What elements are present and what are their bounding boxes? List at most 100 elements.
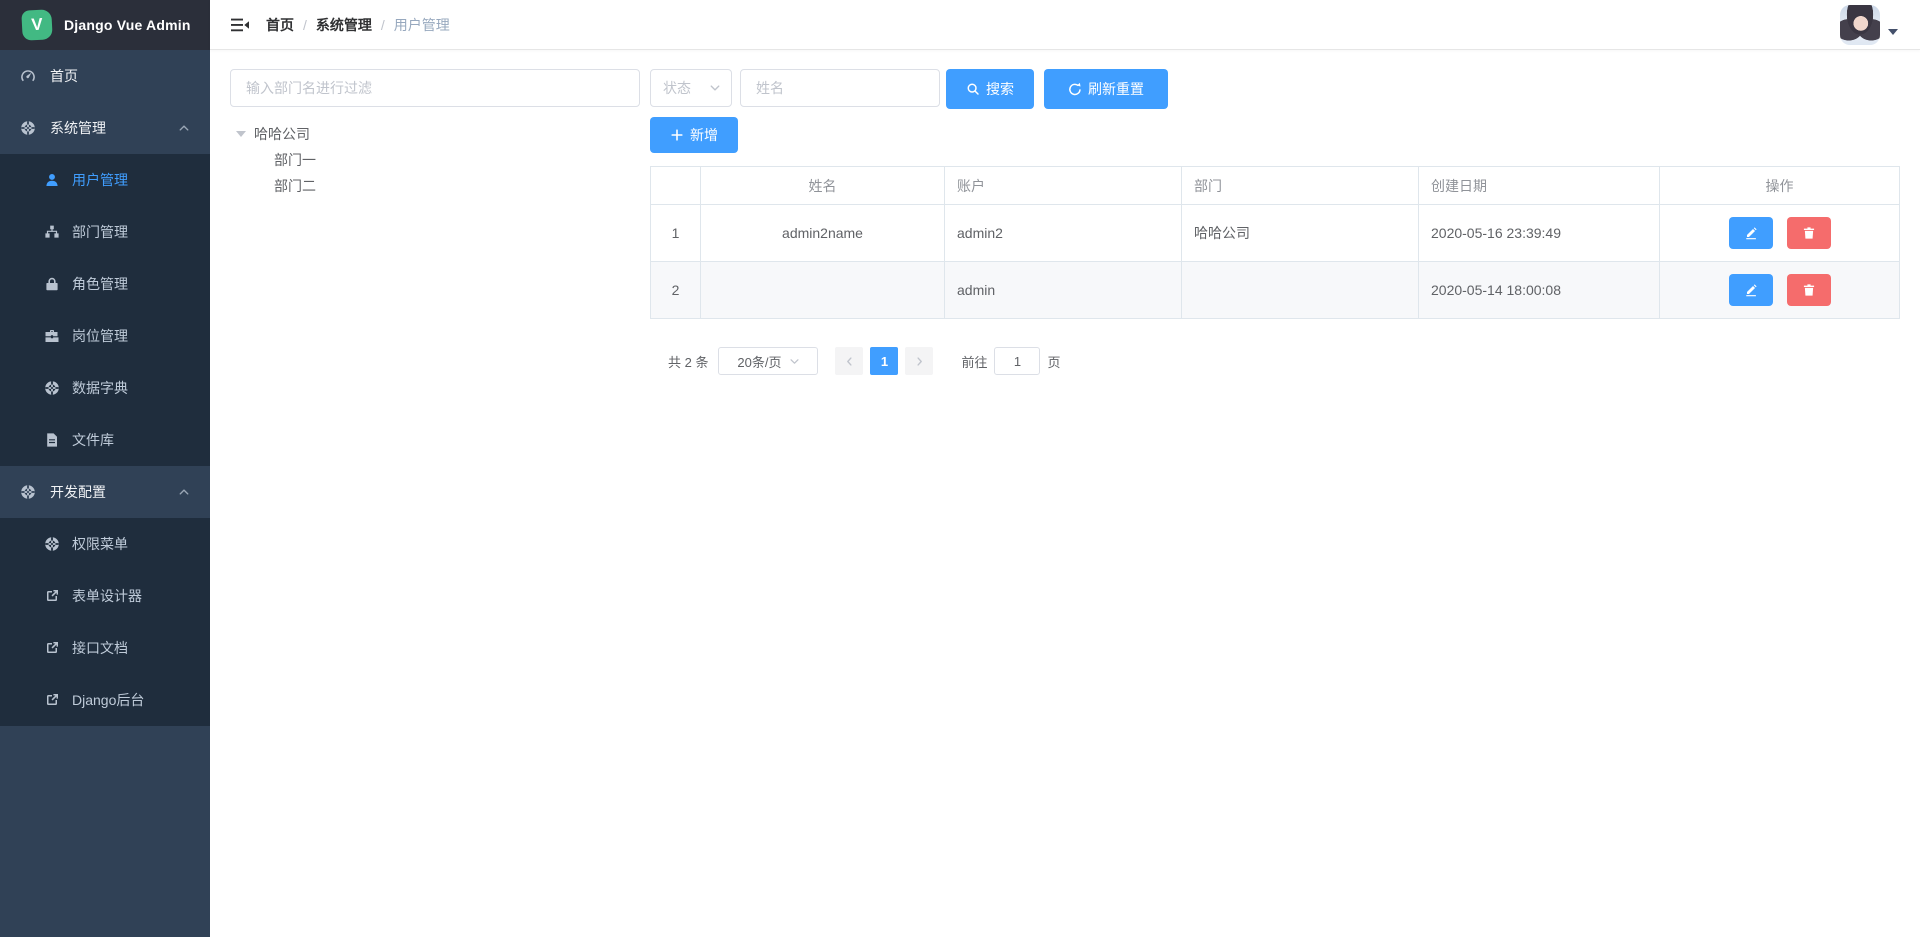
sidebar-item-api-docs[interactable]: 接口文档	[0, 622, 210, 674]
pagination-total: 共 2 条	[668, 352, 708, 371]
chevron-left-icon	[844, 356, 855, 367]
component-icon	[44, 380, 60, 396]
edit-button[interactable]	[1729, 217, 1773, 249]
breadcrumb-current: 用户管理	[394, 15, 450, 35]
chevron-down-icon	[789, 356, 800, 367]
chevron-up-icon	[178, 122, 190, 134]
component-icon	[20, 120, 36, 136]
plus-icon	[670, 128, 684, 142]
breadcrumb-separator: /	[303, 17, 307, 33]
sidebar-item-permission-menu[interactable]: 权限菜单	[0, 518, 210, 570]
sidebar-item-label: 角色管理	[72, 274, 128, 294]
sidebar-item-form-designer[interactable]: 表单设计器	[0, 570, 210, 622]
status-select[interactable]: 状态	[650, 69, 732, 107]
tree-node-label: 部门一	[274, 150, 316, 170]
sidebar-group-dev-config[interactable]: 开发配置	[0, 466, 210, 518]
cell-index: 2	[651, 262, 701, 319]
refresh-reset-button-label: 刷新重置	[1088, 79, 1144, 99]
pagination: 共 2 条 20条/页 1 前往 页	[668, 347, 1900, 375]
name-filter-field	[740, 69, 940, 107]
sidebar-item-home[interactable]: 首页	[0, 50, 210, 102]
page-size-select[interactable]: 20条/页	[718, 347, 818, 375]
breadcrumb: 首页 / 系统管理 / 用户管理	[266, 15, 450, 35]
dashboard-icon	[20, 68, 36, 84]
department-filter-input[interactable]	[246, 80, 624, 96]
user-menu-trigger[interactable]	[1840, 5, 1898, 45]
sidebar-item-role-management[interactable]: 角色管理	[0, 258, 210, 310]
sidebar-menu: 首页 系统管理 用户管理 部门管理 角色管理 岗位管理	[0, 50, 210, 726]
sidebar-item-data-dictionary[interactable]: 数据字典	[0, 362, 210, 414]
cell-created-date: 2020-05-14 18:00:08	[1419, 262, 1660, 319]
cell-actions	[1660, 205, 1900, 262]
external-link-icon	[44, 640, 60, 656]
page-number-button[interactable]: 1	[870, 347, 898, 375]
logo-letter: V	[31, 15, 43, 36]
delete-button[interactable]	[1787, 217, 1831, 249]
briefcase-icon	[44, 328, 60, 344]
prev-page-button[interactable]	[835, 347, 863, 375]
goto-page-input[interactable]	[994, 347, 1040, 375]
user-icon	[44, 172, 60, 188]
department-panel: 哈哈公司 部门一 部门二	[230, 69, 640, 199]
page-content: 哈哈公司 部门一 部门二 状态	[210, 50, 1920, 937]
sidebar-item-label: 部门管理	[72, 222, 128, 242]
document-icon	[44, 432, 60, 448]
tree-node-child[interactable]: 部门一	[230, 147, 640, 173]
navbar: 首页 / 系统管理 / 用户管理	[210, 0, 1920, 50]
hamburger-icon[interactable]	[230, 15, 250, 35]
sidebar-item-file-library[interactable]: 文件库	[0, 414, 210, 466]
sidebar-group-system-management[interactable]: 系统管理	[0, 102, 210, 154]
search-icon	[966, 82, 980, 96]
sidebar-item-label: 首页	[50, 66, 78, 86]
department-filter-field	[230, 69, 640, 107]
component-icon	[44, 536, 60, 552]
column-header-account: 账户	[945, 167, 1182, 205]
lock-icon	[44, 276, 60, 292]
sidebar-item-department-management[interactable]: 部门管理	[0, 206, 210, 258]
table-row: 1 admin2name admin2 哈哈公司 2020-05-16 23:3…	[651, 205, 1900, 262]
sidebar-item-label: 用户管理	[72, 170, 128, 190]
trash-icon	[1802, 226, 1816, 240]
chevron-down-icon	[709, 82, 721, 94]
component-icon	[20, 484, 36, 500]
main-area: 首页 / 系统管理 / 用户管理 哈哈公司	[210, 0, 1920, 937]
add-button-label: 新增	[690, 125, 718, 145]
refresh-reset-button[interactable]: 刷新重置	[1044, 69, 1168, 109]
refresh-icon	[1068, 82, 1082, 96]
add-button[interactable]: 新增	[650, 117, 738, 153]
edit-button[interactable]	[1729, 274, 1773, 306]
name-filter-input[interactable]	[756, 80, 924, 96]
delete-button[interactable]	[1787, 274, 1831, 306]
breadcrumb-home[interactable]: 首页	[266, 15, 294, 35]
tree-node-root[interactable]: 哈哈公司	[230, 121, 640, 147]
user-table-header: 姓名 账户 部门 创建日期 操作	[651, 167, 1900, 205]
sidebar-item-position-management[interactable]: 岗位管理	[0, 310, 210, 362]
org-tree-icon	[44, 224, 60, 240]
app-logo[interactable]: V Django Vue Admin	[0, 0, 210, 50]
breadcrumb-separator: /	[381, 17, 385, 33]
sidebar-item-label: 数据字典	[72, 378, 128, 398]
external-link-icon	[44, 588, 60, 604]
external-link-icon	[44, 692, 60, 708]
page-size-value: 20条/页	[737, 352, 781, 371]
sidebar-item-django-backend[interactable]: Django后台	[0, 674, 210, 726]
status-select-placeholder: 状态	[663, 78, 691, 98]
search-button[interactable]: 搜索	[946, 69, 1034, 109]
cell-name	[701, 262, 945, 319]
trash-icon	[1802, 283, 1816, 297]
breadcrumb-system-management[interactable]: 系统管理	[316, 15, 372, 35]
user-avatar[interactable]	[1840, 5, 1880, 45]
cell-index: 1	[651, 205, 701, 262]
column-header-department: 部门	[1182, 167, 1419, 205]
sidebar-item-user-management[interactable]: 用户管理	[0, 154, 210, 206]
tree-node-child[interactable]: 部门二	[230, 173, 640, 199]
app-root: V Django Vue Admin 首页 系统管理 用户管理 部门管理	[0, 0, 1920, 937]
app-title: Django Vue Admin	[64, 17, 191, 33]
cell-actions	[1660, 262, 1900, 319]
sidebar-group-label: 系统管理	[50, 118, 106, 138]
cell-name: admin2name	[701, 205, 945, 262]
search-button-label: 搜索	[986, 79, 1014, 99]
table-row: 2 admin 2020-05-14 18:00:08	[651, 262, 1900, 319]
tree-node-label: 部门二	[274, 176, 316, 196]
next-page-button[interactable]	[905, 347, 933, 375]
